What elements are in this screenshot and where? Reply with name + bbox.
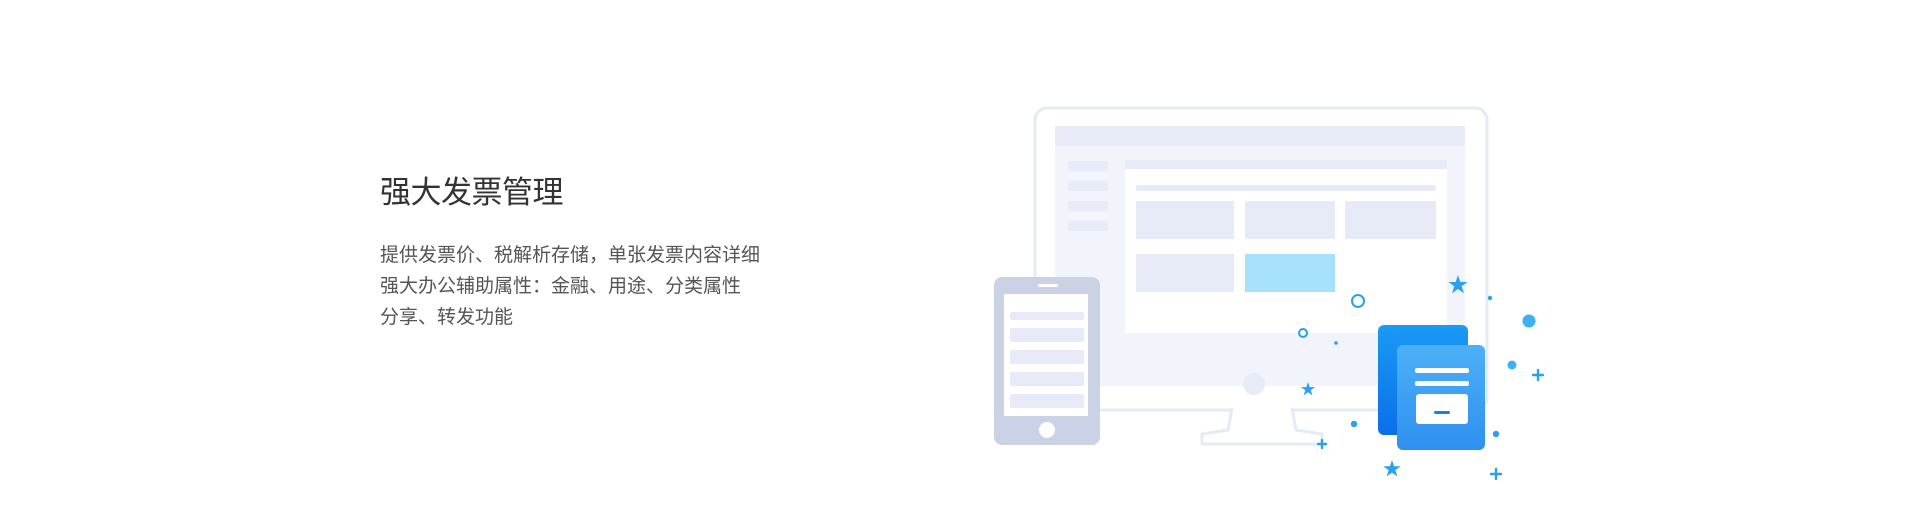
feature-description: 提供发票价、税解析存储，单张发票内容详细 强大办公辅助属性：金融、用途、分类属性… [380, 240, 820, 333]
feature-description-line: 分享、转发功能 [380, 306, 514, 328]
feature-description-line: 提供发票价、税解析存储，单张发票内容详细 [380, 244, 761, 266]
tablet-icon [994, 277, 1100, 445]
invoice-illustration [960, 90, 1580, 510]
feature-title: 强大发票管理 [380, 175, 564, 211]
feature-description-line: 强大办公辅助属性：金融、用途、分类属性 [380, 275, 742, 297]
feature-text-block: 强大发票管理 提供发票价、税解析存储，单张发票内容详细 强大办公辅助属性：金融、… [380, 172, 820, 333]
